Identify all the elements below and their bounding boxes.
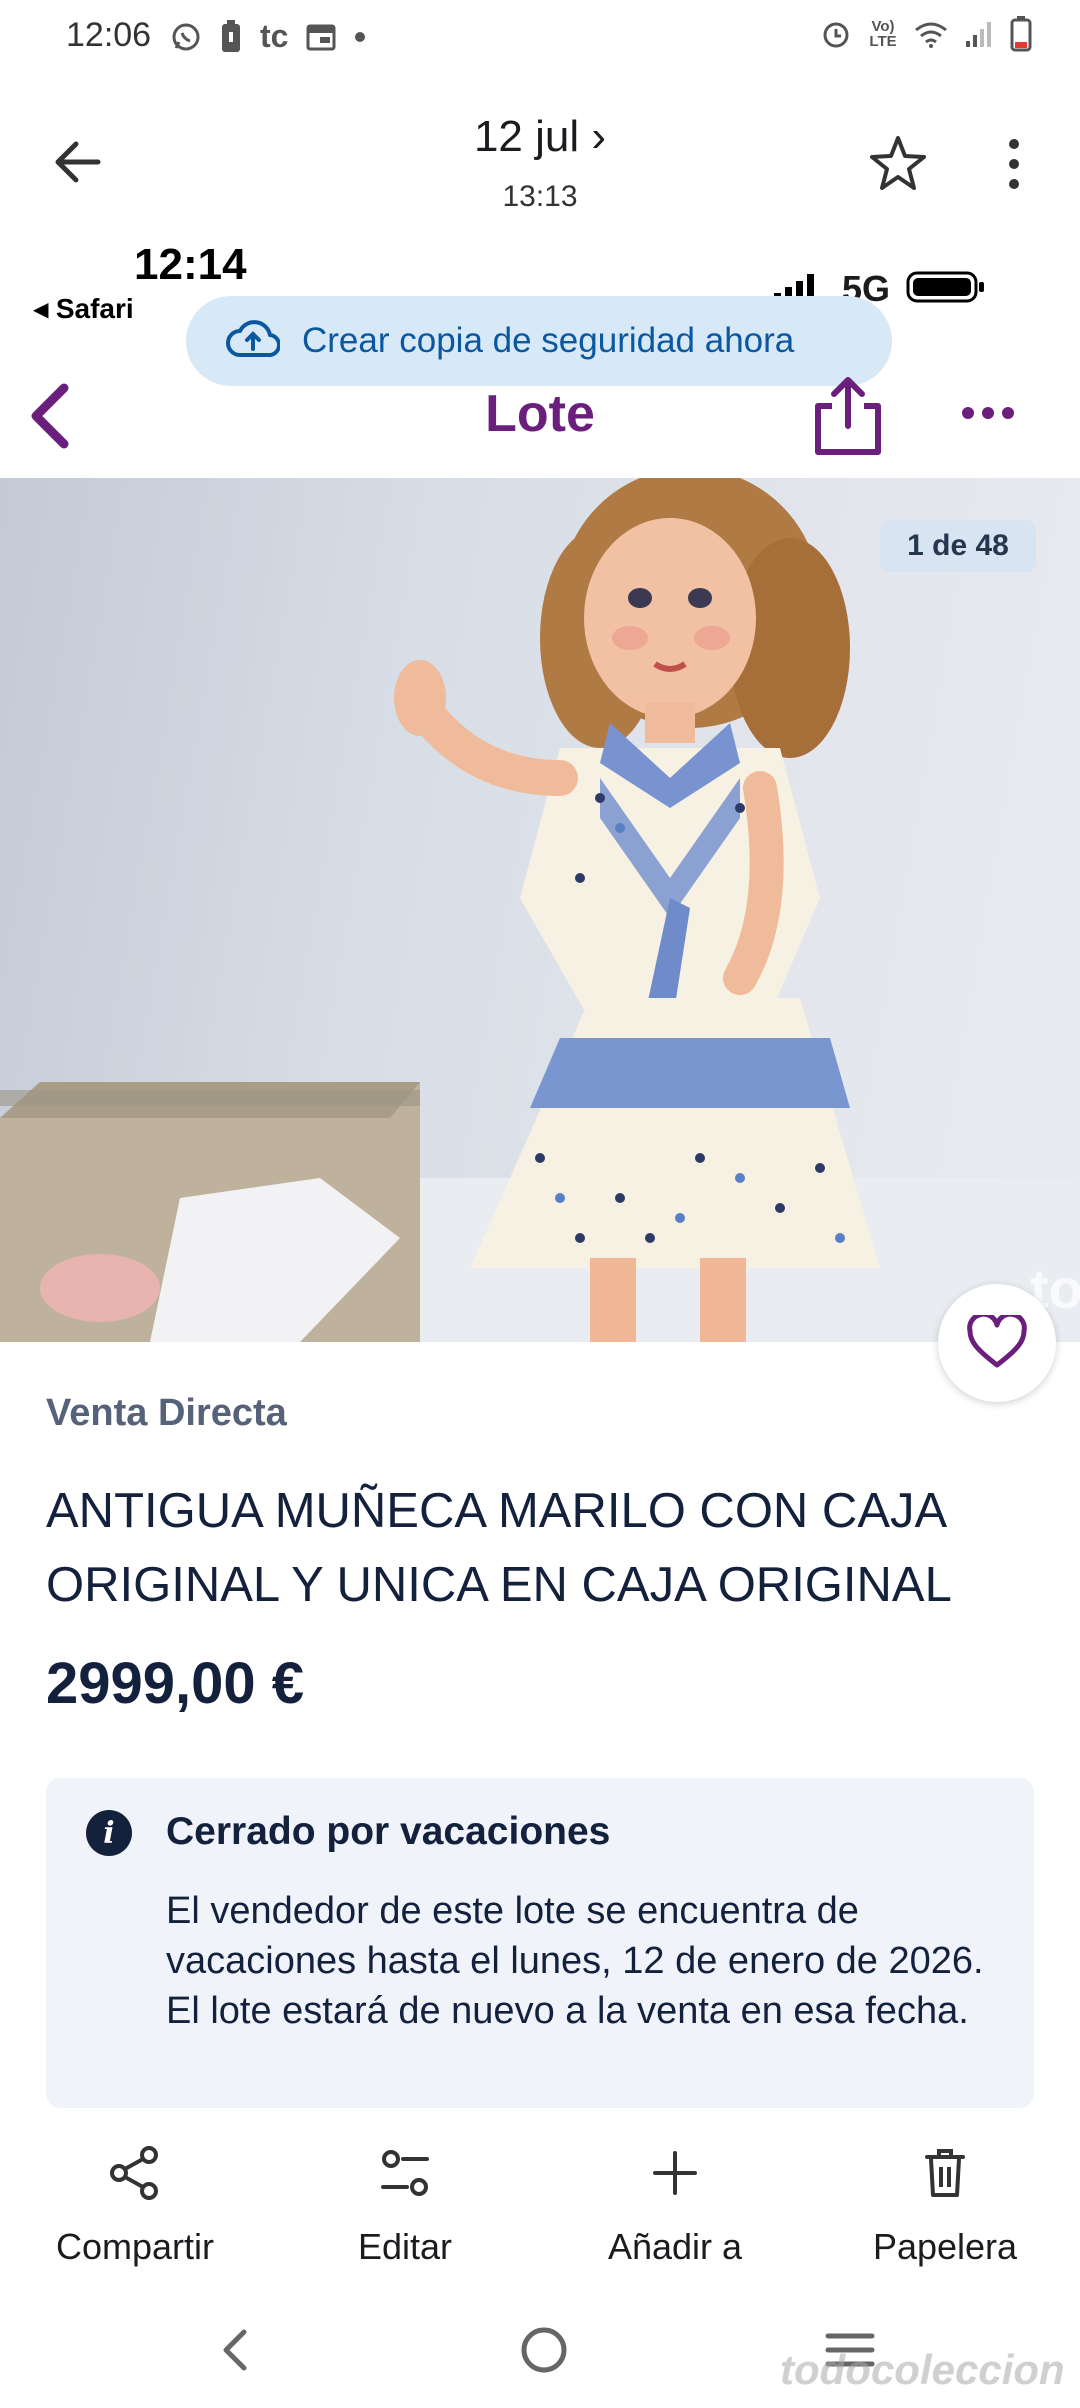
product-image[interactable] <box>0 478 1080 1342</box>
edit-button[interactable]: Editar <box>270 2130 540 2290</box>
favorite-button[interactable] <box>938 1284 1056 1402</box>
edit-sliders-icon <box>377 2130 433 2216</box>
notice-title: Cerrado por vacaciones <box>166 1810 611 1853</box>
notice-body: El vendedor de este lote se encuentra de… <box>166 1890 984 2032</box>
star-icon[interactable] <box>866 132 930 196</box>
trash-icon <box>917 2130 973 2216</box>
ios-battery-icon <box>906 269 986 310</box>
share-label: Compartir <box>55 2226 215 2267</box>
share-button[interactable]: Compartir <box>0 2130 270 2290</box>
more-vertical-icon[interactable] <box>990 132 1038 196</box>
ios-back-to-safari: ◂ Safari <box>34 293 134 324</box>
dot-icon <box>354 31 366 43</box>
wifi-icon <box>914 20 948 48</box>
edit-label: Editar <box>357 2226 453 2267</box>
info-icon: i <box>86 1810 132 1856</box>
status-right-icons: Vo) LTE <box>820 16 1032 52</box>
page-title: Lote <box>485 385 595 443</box>
status-time: 12:06 <box>66 16 152 54</box>
cloud-upload-icon <box>226 319 281 364</box>
volte-icon: Vo) LTE <box>869 18 897 50</box>
battery-icon <box>1010 16 1032 52</box>
product-title: ANTIGUA MUÑECA MARILO CON CAJA ORIGINAL … <box>46 1484 952 1612</box>
trash-button[interactable]: Papelera <box>810 2130 1080 2290</box>
tc-app-icon: tc <box>260 18 289 54</box>
share-icon <box>107 2130 163 2216</box>
more-horizontal-icon[interactable] <box>958 398 1018 428</box>
nav-back-icon[interactable] <box>206 2320 266 2380</box>
signal-icon <box>964 19 994 49</box>
backup-banner-label: Crear copia de seguridad ahora <box>302 321 795 360</box>
calendar-icon <box>306 23 336 51</box>
watermark-text: todocoleccion <box>780 2346 1065 2393</box>
add-to-label: Añadir a <box>607 2226 743 2267</box>
plus-icon <box>647 2130 703 2216</box>
alarm-icon <box>820 18 852 50</box>
battery-saver-icon <box>220 19 242 54</box>
image-counter: 1 de 48 <box>880 520 1036 572</box>
sale-type-label: Venta Directa <box>46 1392 287 1434</box>
doll-photo-illustration <box>0 478 1080 1342</box>
product-price: 2999,00 € <box>46 1651 305 1716</box>
status-left-icons: tc <box>170 18 366 55</box>
ios-status-time: 12:14 <box>134 240 247 289</box>
heart-icon <box>967 1315 1027 1368</box>
whatsapp-icon <box>170 21 202 53</box>
nav-home-icon[interactable] <box>514 2320 574 2380</box>
add-to-button[interactable]: Añadir a <box>540 2130 810 2290</box>
share-upload-icon[interactable] <box>810 374 886 458</box>
trash-label: Papelera <box>872 2226 1018 2267</box>
